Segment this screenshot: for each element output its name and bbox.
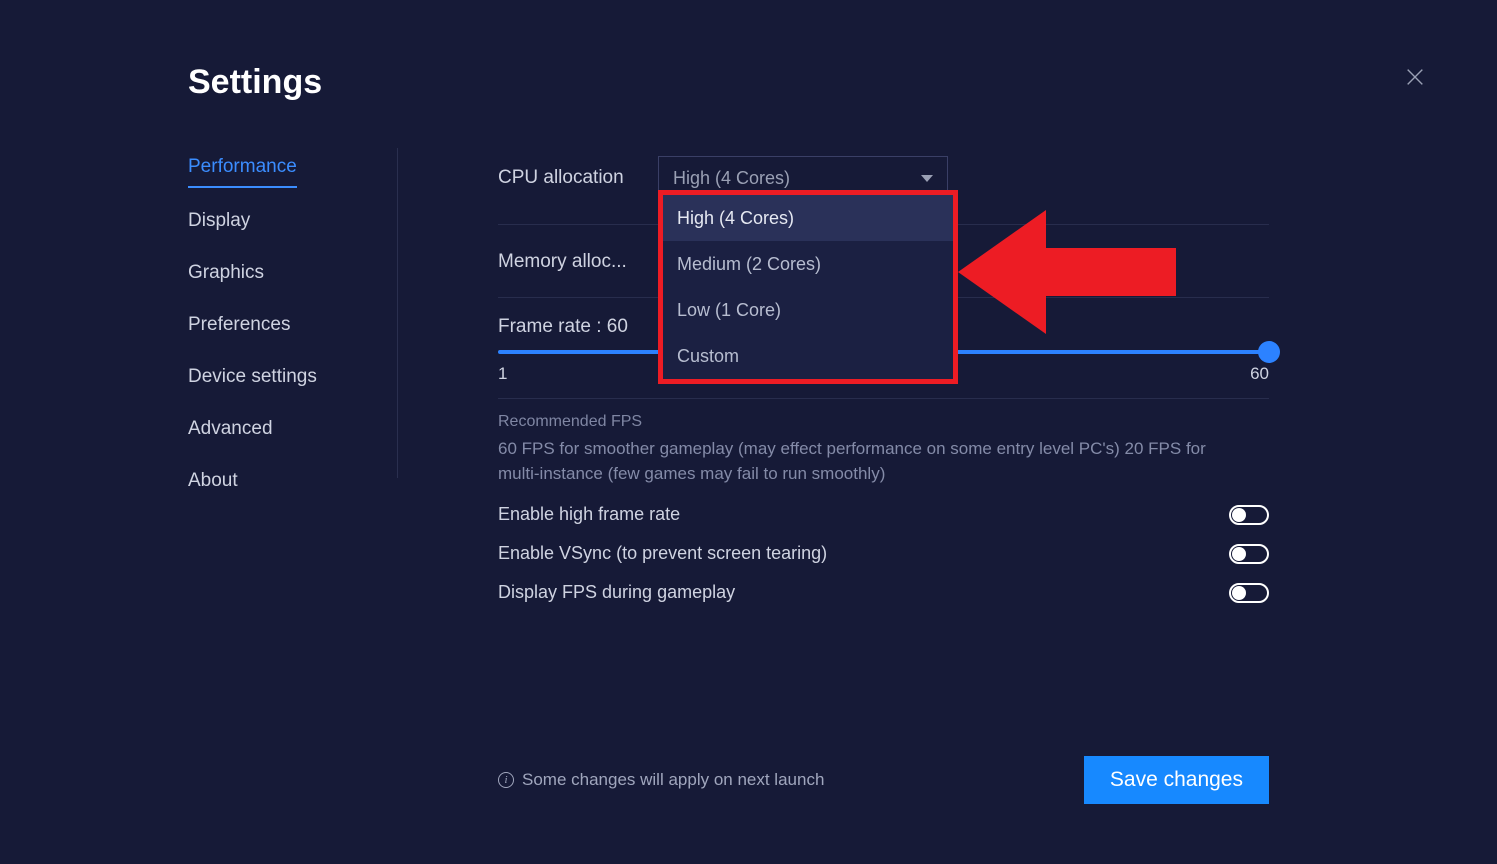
page-title: Settings [188,63,322,102]
toggle-knob [1232,547,1246,561]
sidebar-item-display[interactable]: Display [188,202,250,240]
toggle-knob [1232,586,1246,600]
cpu-option-custom[interactable]: Custom [663,333,953,379]
framerate-slider-thumb[interactable] [1258,341,1280,363]
sidebar-item-about[interactable]: About [188,462,238,500]
cpu-dropdown: High (4 Cores) Medium (2 Cores) Low (1 C… [658,190,958,384]
settings-panel: Settings Performance Display Graphics Pr… [18,8,1479,856]
cpu-select-value: High (4 Cores) [673,168,790,189]
footer-note: i Some changes will apply on next launch [498,770,824,790]
toggle-display-fps[interactable] [1229,583,1269,603]
cpu-label: CPU allocation [498,167,658,189]
recommended-fps-text: 60 FPS for smoother gameplay (may effect… [498,437,1228,486]
sidebar-item-device-settings[interactable]: Device settings [188,358,317,396]
toggle-display-fps-label: Display FPS during gameplay [498,582,735,603]
toggle-high-frame[interactable] [1229,505,1269,525]
toggle-high-frame-row: Enable high frame rate [498,504,1269,525]
framerate-min: 1 [498,364,507,384]
save-changes-button[interactable]: Save changes [1084,756,1269,804]
toggle-display-fps-row: Display FPS during gameplay [498,582,1269,603]
footer-note-text: Some changes will apply on next launch [522,770,824,790]
close-button[interactable] [1401,63,1429,91]
sidebar-item-performance[interactable]: Performance [188,148,297,188]
sidebar: Performance Display Graphics Preferences… [188,148,398,478]
cpu-option-low[interactable]: Low (1 Core) [663,287,953,333]
info-icon: i [498,772,514,788]
sidebar-item-advanced[interactable]: Advanced [188,410,273,448]
memory-label: Memory alloc... [498,251,658,273]
toggle-vsync[interactable] [1229,544,1269,564]
framerate-max: 60 [1250,364,1269,384]
sidebar-item-preferences[interactable]: Preferences [188,306,290,344]
close-icon [1404,66,1426,88]
toggle-knob [1232,508,1246,522]
toggle-vsync-label: Enable VSync (to prevent screen tearing) [498,543,827,564]
recommended-fps-heading: Recommended FPS [498,413,1269,431]
footer: i Some changes will apply on next launch… [498,756,1269,804]
toggle-high-frame-label: Enable high frame rate [498,504,680,525]
cpu-option-high[interactable]: High (4 Cores) [663,195,953,241]
toggle-vsync-row: Enable VSync (to prevent screen tearing) [498,543,1269,564]
chevron-down-icon [921,175,933,182]
sidebar-item-graphics[interactable]: Graphics [188,254,264,292]
cpu-option-medium[interactable]: Medium (2 Cores) [663,241,953,287]
